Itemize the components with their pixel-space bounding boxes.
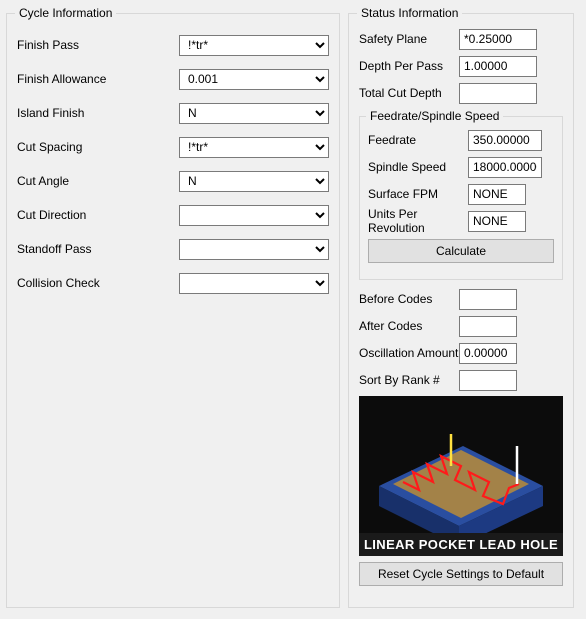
input-depth-per-pass[interactable]: [459, 56, 537, 77]
label-cut-spacing: Cut Spacing: [17, 140, 179, 154]
status-information-group: Status Information Safety Plane Depth Pe…: [348, 6, 574, 608]
row-after-codes: After Codes: [359, 315, 563, 337]
label-island-finish: Island Finish: [17, 106, 179, 120]
input-sort-rank[interactable]: [459, 370, 517, 391]
select-cut-spacing[interactable]: !*tr*: [179, 137, 329, 158]
cycle-illustration: LINEAR POCKET LEAD HOLE: [359, 396, 563, 556]
label-finish-allowance: Finish Allowance: [17, 72, 179, 86]
label-total-cut-depth: Total Cut Depth: [359, 86, 459, 100]
row-cut-spacing: Cut Spacing !*tr*: [17, 136, 329, 158]
input-oscillation-amount[interactable]: [459, 343, 517, 364]
row-safety-plane: Safety Plane: [359, 28, 563, 50]
select-cut-angle[interactable]: N: [179, 171, 329, 192]
label-oscillation-amount: Oscillation Amount: [359, 346, 459, 360]
cycle-information-group: Cycle Information Finish Pass !*tr* Fini…: [6, 6, 340, 608]
label-cut-angle: Cut Angle: [17, 174, 179, 188]
label-standoff-pass: Standoff Pass: [17, 242, 179, 256]
feedrate-spindle-group: Feedrate/Spindle Speed Feedrate Spindle …: [359, 109, 563, 280]
row-surface-fpm: Surface FPM: [368, 183, 554, 205]
row-collision-check: Collision Check: [17, 272, 329, 294]
input-surface-fpm[interactable]: [468, 184, 526, 205]
label-spindle-speed: Spindle Speed: [368, 160, 468, 174]
row-oscillation-amount: Oscillation Amount: [359, 342, 563, 364]
label-surface-fpm: Surface FPM: [368, 187, 468, 201]
label-after-codes: After Codes: [359, 319, 459, 333]
label-before-codes: Before Codes: [359, 292, 459, 306]
row-cut-direction: Cut Direction: [17, 204, 329, 226]
select-cut-direction[interactable]: [179, 205, 329, 226]
status-information-legend: Status Information: [357, 6, 462, 20]
row-sort-rank: Sort By Rank #: [359, 369, 563, 391]
label-upr: Units Per Revolution: [368, 207, 468, 235]
input-upr[interactable]: [468, 211, 526, 232]
label-sort-rank: Sort By Rank #: [359, 373, 459, 387]
label-cut-direction: Cut Direction: [17, 208, 179, 222]
illustration-caption: LINEAR POCKET LEAD HOLE: [359, 533, 563, 556]
select-collision-check[interactable]: [179, 273, 329, 294]
select-island-finish[interactable]: N: [179, 103, 329, 124]
select-finish-allowance[interactable]: 0.001: [179, 69, 329, 90]
reset-cycle-button[interactable]: Reset Cycle Settings to Default: [359, 562, 563, 586]
row-spindle-speed: Spindle Speed: [368, 156, 554, 178]
select-standoff-pass[interactable]: [179, 239, 329, 260]
label-finish-pass: Finish Pass: [17, 38, 179, 52]
input-spindle-speed[interactable]: [468, 157, 542, 178]
input-safety-plane[interactable]: [459, 29, 537, 50]
row-island-finish: Island Finish N: [17, 102, 329, 124]
calculate-button[interactable]: Calculate: [368, 239, 554, 263]
label-feedrate: Feedrate: [368, 133, 468, 147]
input-before-codes[interactable]: [459, 289, 517, 310]
input-feedrate[interactable]: [468, 130, 542, 151]
row-feedrate: Feedrate: [368, 129, 554, 151]
pocket-lead-hole-icon: [359, 396, 563, 556]
label-safety-plane: Safety Plane: [359, 32, 459, 46]
input-after-codes[interactable]: [459, 316, 517, 337]
row-depth-per-pass: Depth Per Pass: [359, 55, 563, 77]
row-cut-angle: Cut Angle N: [17, 170, 329, 192]
row-before-codes: Before Codes: [359, 288, 563, 310]
row-standoff-pass: Standoff Pass: [17, 238, 329, 260]
input-total-cut-depth[interactable]: [459, 83, 537, 104]
label-collision-check: Collision Check: [17, 276, 179, 290]
row-finish-allowance: Finish Allowance 0.001: [17, 68, 329, 90]
label-depth-per-pass: Depth Per Pass: [359, 59, 459, 73]
row-finish-pass: Finish Pass !*tr*: [17, 34, 329, 56]
row-upr: Units Per Revolution: [368, 210, 554, 232]
row-total-cut-depth: Total Cut Depth: [359, 82, 563, 104]
cycle-information-legend: Cycle Information: [15, 6, 116, 20]
select-finish-pass[interactable]: !*tr*: [179, 35, 329, 56]
feedrate-spindle-legend: Feedrate/Spindle Speed: [366, 109, 503, 123]
